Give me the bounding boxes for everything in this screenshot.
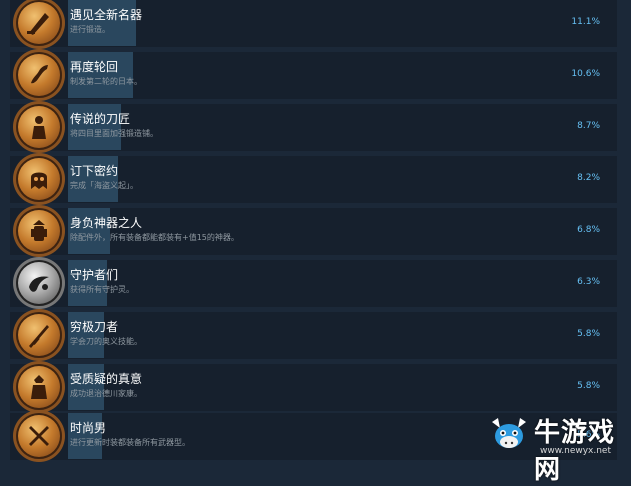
site-watermark: 牛游戏网 www.newyx.net [488,410,631,485]
unlock-percentage: 5.8% [577,381,600,391]
achievement-row[interactable]: 遇见全新名器 进行锻造。 11.1% [10,0,617,47]
warlord-icon [16,364,62,410]
achievement-title: 受质疑的真意 [70,372,143,386]
achievement-description: 学会刀的奥义技能。 [70,337,142,346]
katana-icon [16,312,62,358]
japan-map-icon [16,52,62,98]
achievement-title: 传说的刀匠 [70,112,131,126]
achievement-title: 守护者们 [70,268,119,282]
achievement-description: 进行更新时装都装备所有武器型。 [70,438,190,447]
achievement-description: 完成「海盗义起」。 [70,181,138,190]
unlock-percentage: 5.8% [577,329,600,339]
achievement-description: 获得所有守护灵。 [70,285,134,294]
unlock-percentage: 10.6% [571,69,600,79]
achievement-description: 制发第二轮的日本。 [70,77,142,86]
unlock-percentage: 6.3% [577,277,600,287]
achievement-row[interactable]: 穷极刀者 学会刀的奥义技能。 5.8% [10,312,617,359]
achievement-title: 遇见全新名器 [70,8,143,22]
achievement-description: 进行锻造。 [70,25,110,34]
achievement-description: 除配件外，所有装备都能都装有+值15的神器。 [70,233,239,242]
unlock-percentage: 8.2% [577,173,600,183]
unlock-percentage: 8.7% [577,121,600,131]
achievement-row[interactable]: 传说的刀匠 将四目里面加强锻造铺。 8.7% [10,104,617,151]
bull-mascot-icon [492,418,526,448]
achievement-title: 时尚男 [70,421,107,435]
achievement-description: 将四目里面加强锻造铺。 [70,129,158,138]
achievement-title: 穷极刀者 [70,320,119,334]
ghost-pact-icon [16,156,62,202]
achievement-title: 再度轮回 [70,60,119,74]
achievement-row[interactable]: 守护者们 获得所有守护灵。 6.3% [10,260,617,307]
sword-smith-icon [16,0,62,46]
blacksmith-icon [16,104,62,150]
achievement-list: 遇见全新名器 进行锻造。 11.1% 再度轮回 制发第二轮的日本。 10.6% … [0,0,631,460]
watermark-url: www.newyx.net [540,446,612,456]
achievement-row[interactable]: 再度轮回 制发第二轮的日本。 10.6% [10,52,617,99]
crossed-weapons-icon [16,413,62,459]
achievement-row[interactable]: 身负神器之人 除配件外，所有装备都能都装有+值15的神器。 6.8% [10,208,617,255]
achievement-title: 订下密约 [70,164,119,178]
achievement-title: 身负神器之人 [70,216,143,230]
achievement-row[interactable]: 受质疑的真意 成功退治德川家康。 5.8% [10,364,617,411]
unlock-percentage: 11.1% [571,17,600,27]
unlock-percentage: 6.8% [577,225,600,235]
samurai-armor-icon [16,208,62,254]
achievement-description: 成功退治德川家康。 [70,389,142,398]
achievement-row[interactable]: 订下密约 完成「海盗义起」。 8.2% [10,156,617,203]
guardian-spirit-icon [16,260,62,306]
